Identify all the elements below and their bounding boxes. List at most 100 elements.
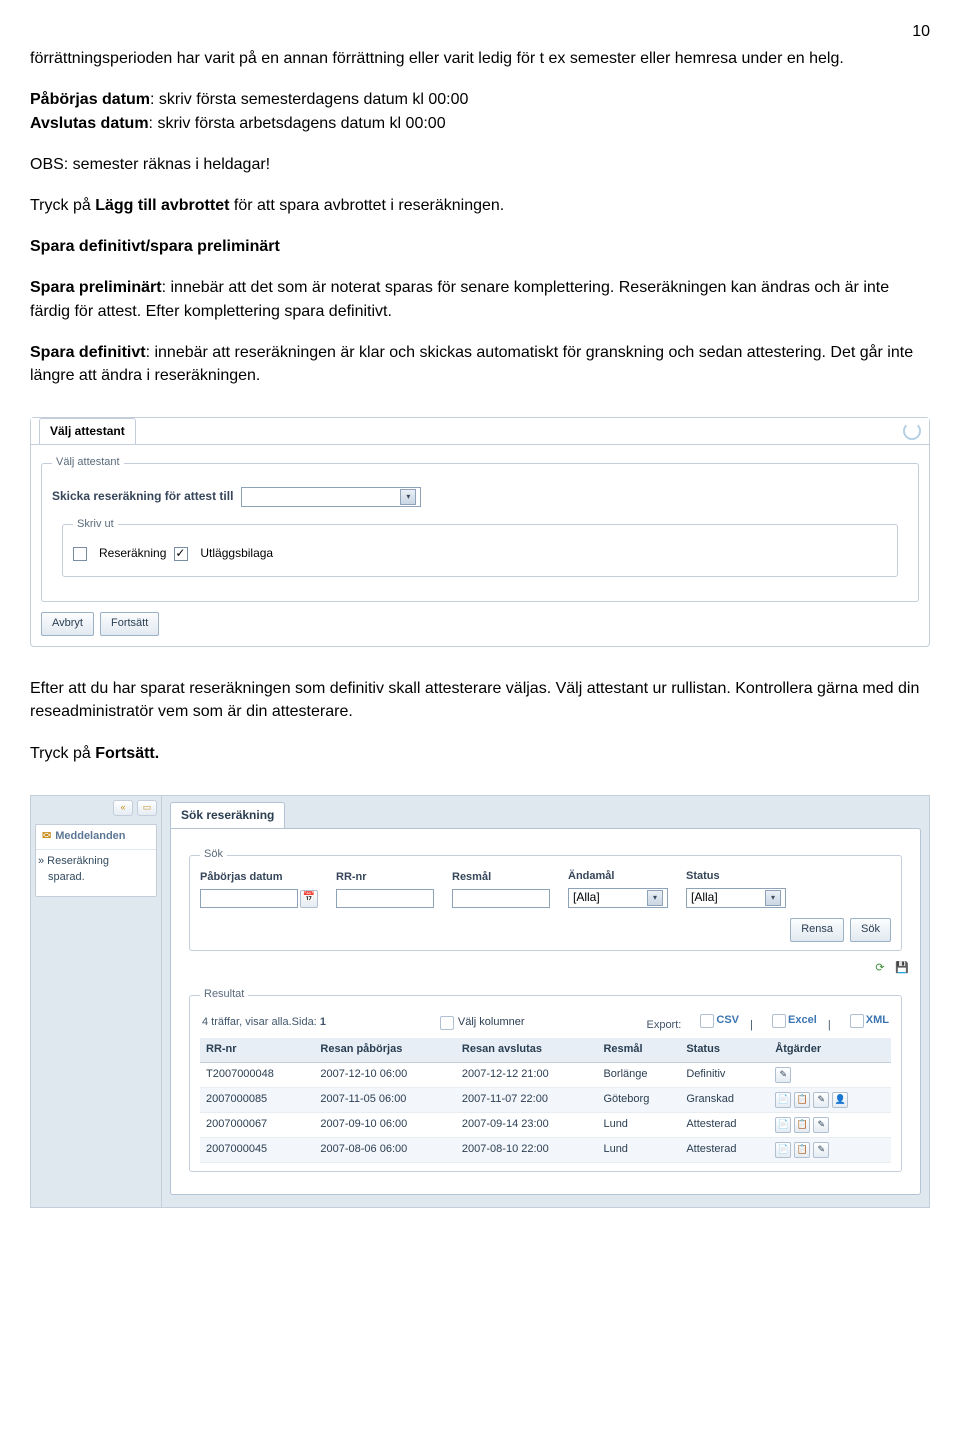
th-resmal[interactable]: Resmål [597,1038,680,1062]
csv-icon [700,1014,714,1028]
label-preliminart: Spara preliminärt [30,279,162,296]
table-cell: 2007000045 [200,1137,314,1162]
copy-icon[interactable]: 📋 [794,1117,810,1133]
export-icon[interactable]: 📄 [775,1117,791,1133]
paragraph-press-fortsatt: Tryck på Fortsätt. [30,742,930,765]
header-paborjas-datum: Påbörjas datum [200,870,318,886]
sidebar-message-line2: sparad. [38,870,154,886]
table-cell: Göteborg [597,1087,680,1112]
th-rr-nr[interactable]: RR-nr [200,1038,314,1062]
fieldset-sok: Sök Påbörjas datum 📅 RR-nr Resmål Ändamå… [189,847,902,951]
checkbox-reserakning[interactable] [73,547,87,561]
chevron-down-icon: ▾ [765,890,781,906]
th-resan-paborjas[interactable]: Resan påbörjas [314,1038,456,1062]
table-cell: Borlänge [597,1062,680,1087]
table-cell: Definitiv [680,1062,769,1087]
paragraph-after: Efter att du har sparat reseräkningen so… [30,677,930,723]
edit-icon[interactable]: ✎ [813,1092,829,1108]
copy-icon[interactable]: 📋 [794,1142,810,1158]
th-status[interactable]: Status [680,1038,769,1062]
edit-icon[interactable]: ✎ [813,1117,829,1133]
export-icon[interactable]: 📄 [775,1092,791,1108]
tab-valj-attestant[interactable]: Välj attestant [39,418,136,444]
export-csv-link[interactable]: CSV [692,1013,739,1029]
save-icon[interactable]: 💾 [894,961,910,977]
label-cb-reserakning: Reseräkning [99,545,166,562]
fieldset-valj-attestant: Välj attestant Skicka reseräkning för at… [41,455,919,602]
export-icon[interactable]: 📄 [775,1142,791,1158]
text-avslutas: : skriv första arbetsdagens datum kl 00:… [149,115,446,132]
sok-button[interactable]: Sök [850,918,891,942]
label-definitivt: Spara definitivt [30,344,146,361]
legend-skriv-ut: Skriv ut [73,517,118,533]
th-resan-avslutas[interactable]: Resan avslutas [456,1038,598,1062]
table-row[interactable]: 20070000452007-08-06 06:002007-08-10 22:… [200,1137,891,1162]
tab-sok-reserakning[interactable]: Sök reseräkning [170,802,285,828]
copy-icon[interactable]: 📋 [794,1092,810,1108]
user-icon[interactable]: 👤 [832,1092,848,1108]
paragraph-paborjas: Påbörjas datum: skriv första semesterdag… [30,88,930,134]
select-andamal-value: [Alla] [573,889,600,906]
rensa-button[interactable]: Rensa [790,918,844,942]
paragraph-preliminart: Spara preliminärt: innebär att det som ä… [30,276,930,322]
attestant-panel: Välj attestant Välj attestant Skicka res… [30,417,930,647]
sidebar-chevron-icon[interactable]: « [113,800,133,816]
text-prefix: Tryck på [30,197,95,214]
header-status: Status [686,869,786,885]
main-panel: Sök reseräkning Sök Påbörjas datum 📅 RR-… [162,796,929,1207]
checkbox-utlaggsbilaga[interactable] [174,547,188,561]
table-cell: Granskad [680,1087,769,1112]
table-cell: Attesterad [680,1112,769,1137]
fieldset-resultat: Resultat 4 träffar, visar alla.Sida: 1 V… [189,987,902,1172]
message-icon: ✉ [42,829,51,845]
input-paborjas-datum[interactable] [200,889,298,908]
edit-icon[interactable]: ✎ [775,1067,791,1083]
attestant-select[interactable]: ▾ [241,487,421,507]
sidebar: « ▭ ✉Meddelanden » Reseräkning sparad. [31,796,162,1207]
actions-cell: 📄📋✎ [769,1112,891,1137]
legend-resultat: Resultat [200,987,248,1003]
fortsatt-button[interactable]: Fortsätt [100,612,159,636]
table-row[interactable]: 20070000672007-09-10 06:002007-09-14 23:… [200,1112,891,1137]
obs-text: OBS: semester räknas i heldagar! [30,153,930,176]
sidebar-hide-icon[interactable]: ▭ [137,800,157,816]
export-xml-link[interactable]: XML [842,1013,889,1029]
table-cell: 2007000067 [200,1112,314,1137]
hits-text: 4 träffar, visar alla.Sida: 1 [202,1015,326,1031]
calendar-icon[interactable]: 📅 [300,890,318,908]
excel-icon [772,1014,786,1028]
label-avslutas: Avslutas datum [30,115,149,132]
th-atgarder[interactable]: Åtgärder [769,1038,891,1062]
fieldset-skriv-ut: Skriv ut Reseräkning Utläggsbilaga [62,517,898,577]
input-rr-nr[interactable] [336,889,434,908]
avbryt-button[interactable]: Avbryt [41,612,94,636]
table-cell: 2007-09-14 23:00 [456,1112,598,1137]
valj-kolumner-link[interactable]: Välj kolumner [440,1015,525,1031]
table-row[interactable]: 20070000852007-11-05 06:002007-11-07 22:… [200,1087,891,1112]
header-rr-nr: RR-nr [336,870,434,886]
actions-cell: 📄📋✎ [769,1137,891,1162]
select-status[interactable]: [Alla] ▾ [686,888,786,908]
input-resmal[interactable] [452,889,550,908]
sidebar-title: Meddelanden [55,829,125,845]
press-fortsatt: Fortsätt. [95,745,159,762]
export-label: Export: [646,1019,681,1031]
select-status-value: [Alla] [691,889,718,906]
table-cell: 2007-09-10 06:00 [314,1112,456,1137]
select-andamal[interactable]: [Alla]▾ [568,888,668,908]
text-definitivt: : innebär att reseräkningen är klar och … [30,344,913,384]
table-cell: Lund [597,1137,680,1162]
edit-icon[interactable]: ✎ [813,1142,829,1158]
export-excel-link[interactable]: Excel [764,1013,817,1029]
intro-paragraph: förrättningsperioden har varit på en ann… [30,47,930,70]
header-resmal: Resmål [452,870,550,886]
export-links: Export: CSV | Excel | XML [638,1013,889,1034]
table-cell: 2007000085 [200,1087,314,1112]
paragraph-lagg-till: Tryck på Lägg till avbrottet för att spa… [30,194,930,217]
table-row[interactable]: T20070000482007-12-10 06:002007-12-12 21… [200,1062,891,1087]
actions-cell: ✎ [769,1062,891,1087]
text-paborjas: : skriv första semesterdagens datum kl 0… [150,91,468,108]
refresh-icon[interactable]: ⟳ [872,961,888,977]
page-number: 10 [30,20,930,43]
table-cell: Attesterad [680,1137,769,1162]
